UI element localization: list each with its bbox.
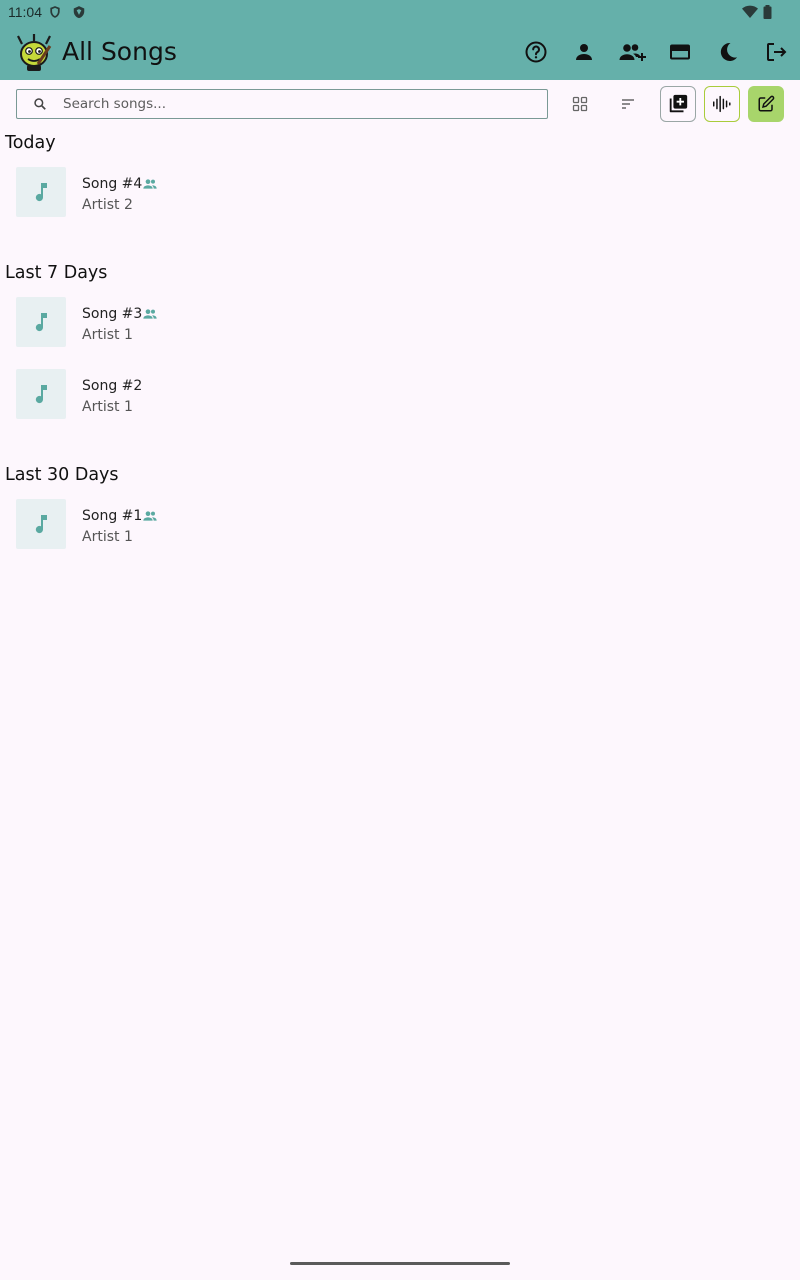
song-thumbnail [16,499,66,549]
grid-view-icon [572,96,588,112]
edit-button[interactable] [748,86,784,122]
song-title: Song #1 [82,508,143,524]
help-button[interactable] [522,38,550,66]
logout-icon [767,43,787,61]
payment-card-icon [670,44,690,60]
music-note-icon [35,515,47,534]
music-note-icon [35,385,47,404]
page-title: All Songs [62,37,177,66]
song-thumbnail [16,297,66,347]
add-collaborator-button[interactable] [616,38,648,66]
song-list-item[interactable]: Song #4 Artist 2 [16,167,776,219]
grid-view-button[interactable] [562,88,598,120]
shield-icon [50,6,60,18]
music-note-icon [35,313,47,332]
shared-icon [143,309,157,319]
song-thumbnail [16,369,66,419]
song-list-item[interactable]: Song #2 Artist 1 [16,369,776,421]
app-logo-icon [17,34,52,71]
shared-icon [143,179,157,189]
add-song-icon [669,94,688,113]
search-icon [34,98,46,110]
sort-button[interactable] [610,88,646,120]
song-artist: Artist 1 [82,399,133,415]
search-box [16,89,548,119]
vpn-shield-icon [73,6,85,19]
shared-icon [143,511,157,521]
profile-icon [576,44,592,60]
song-title: Song #3 [82,306,143,322]
status-bar: 11:04 [0,0,800,24]
song-list-item[interactable]: Song #3 Artist 1 [16,297,776,349]
waveform-icon [713,95,731,113]
search-input[interactable] [63,94,533,114]
help-icon [525,41,547,63]
dark-mode-toggle[interactable] [714,38,742,66]
section-header-last-30-days: Last 30 Days [5,465,119,485]
home-indicator[interactable] [290,1262,510,1265]
record-button[interactable] [704,86,740,122]
song-list-item[interactable]: Song #1 Artist 1 [16,499,776,551]
status-time: 11:04 [8,4,42,20]
song-thumbnail [16,167,66,217]
song-title: Song #4 [82,176,143,192]
add-collaborator-icon [619,44,646,61]
battery-icon [763,5,772,19]
logout-button[interactable] [762,38,790,66]
profile-button[interactable] [570,38,598,66]
edit-icon [758,95,775,112]
sort-icon [622,99,634,109]
song-artist: Artist 1 [82,529,133,545]
dark-mode-icon [720,42,738,61]
payment-button[interactable] [666,38,694,66]
music-note-icon [35,183,47,202]
section-header-last-7-days: Last 7 Days [5,263,108,283]
add-song-button[interactable] [660,86,696,122]
song-artist: Artist 2 [82,197,133,213]
song-artist: Artist 1 [82,327,133,343]
app-bar: All Songs [0,24,800,80]
section-header-today: Today [5,133,56,153]
wifi-icon [742,5,758,19]
song-title: Song #2 [82,378,143,394]
